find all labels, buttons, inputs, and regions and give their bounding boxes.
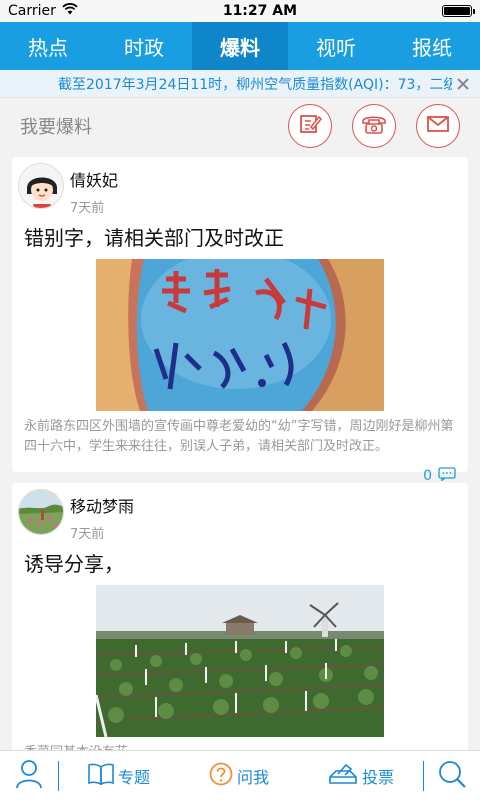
author-name[interactable]: 倩妖妃 bbox=[70, 167, 118, 191]
wifi-icon bbox=[62, 3, 78, 19]
report-label: 我要爆料 bbox=[20, 117, 92, 138]
ask-label: 问我 bbox=[236, 767, 269, 787]
topic-label: 专题 bbox=[117, 767, 150, 787]
post-card[interactable]: 倩妖妃 7天前 错别字，请相关部门及时改正 永前路东四区外围墙的宣传画中尊老爱幼… bbox=[12, 157, 468, 484]
post-image[interactable] bbox=[96, 585, 384, 737]
vote-button[interactable]: 投票 bbox=[299, 763, 423, 789]
author-name[interactable]: 移动梦雨 bbox=[70, 493, 134, 517]
post-time: 7天前 bbox=[70, 527, 105, 542]
tab-report[interactable]: 爆料 bbox=[192, 22, 288, 70]
ask-button[interactable]: 问我 bbox=[179, 762, 299, 790]
carrier-label: Carrier bbox=[8, 3, 56, 19]
ticker-text: 截至2017年3月24日11时，柳州空气质量指数(AQI)：73，二级（良 bbox=[58, 76, 452, 93]
profile-button[interactable] bbox=[0, 759, 58, 793]
tab-newspaper[interactable]: 报纸 bbox=[384, 22, 480, 70]
vote-label: 投票 bbox=[361, 767, 394, 787]
post-title[interactable]: 错别字，请相关部门及时改正 bbox=[12, 216, 468, 251]
post-title[interactable]: 诱导分享， bbox=[12, 542, 468, 577]
mail-report-button[interactable] bbox=[416, 104, 460, 148]
phone-icon bbox=[361, 112, 387, 140]
close-icon[interactable] bbox=[452, 73, 474, 95]
post-time: 7天前 bbox=[70, 201, 105, 216]
news-ticker[interactable]: 截至2017年3月24日11时，柳州空气质量指数(AQI)：73，二级（良 bbox=[0, 70, 480, 98]
ballot-icon bbox=[328, 763, 358, 789]
post-description: 永前路东四区外围墙的宣传画中尊老爱幼的“幼”字写错，周边刚好是柳州第四十六中，学… bbox=[24, 419, 454, 454]
avatar[interactable] bbox=[18, 163, 64, 209]
tab-politics[interactable]: 时政 bbox=[96, 22, 192, 70]
search-icon bbox=[437, 759, 467, 793]
bottom-toolbar: 专题 问我 投票 bbox=[0, 750, 480, 800]
tab-hot[interactable]: 热点 bbox=[0, 22, 96, 70]
write-report-button[interactable] bbox=[288, 104, 332, 148]
topic-button[interactable]: 专题 bbox=[59, 763, 179, 789]
question-icon bbox=[209, 762, 233, 790]
post-card[interactable]: 移动梦雨 7天前 诱导分享， 香菜园基本没 bbox=[12, 483, 468, 763]
status-bar: Carrier 11:27 AM bbox=[0, 0, 480, 22]
user-icon bbox=[15, 759, 43, 793]
phone-report-button[interactable] bbox=[352, 104, 396, 148]
edit-icon bbox=[298, 112, 323, 140]
clock: 11:27 AM bbox=[222, 3, 298, 19]
search-button[interactable] bbox=[424, 759, 480, 793]
mail-icon bbox=[426, 114, 450, 138]
avatar[interactable] bbox=[18, 489, 64, 535]
channel-tabs: 热点 时政 爆料 视听 报纸 bbox=[0, 22, 480, 70]
report-bar: 我要爆料 bbox=[0, 98, 480, 154]
comment-count[interactable]: 0 bbox=[423, 468, 432, 484]
battery-icon bbox=[441, 5, 475, 17]
post-image[interactable] bbox=[96, 259, 384, 411]
tab-media[interactable]: 视听 bbox=[288, 22, 384, 70]
book-icon bbox=[88, 763, 114, 789]
